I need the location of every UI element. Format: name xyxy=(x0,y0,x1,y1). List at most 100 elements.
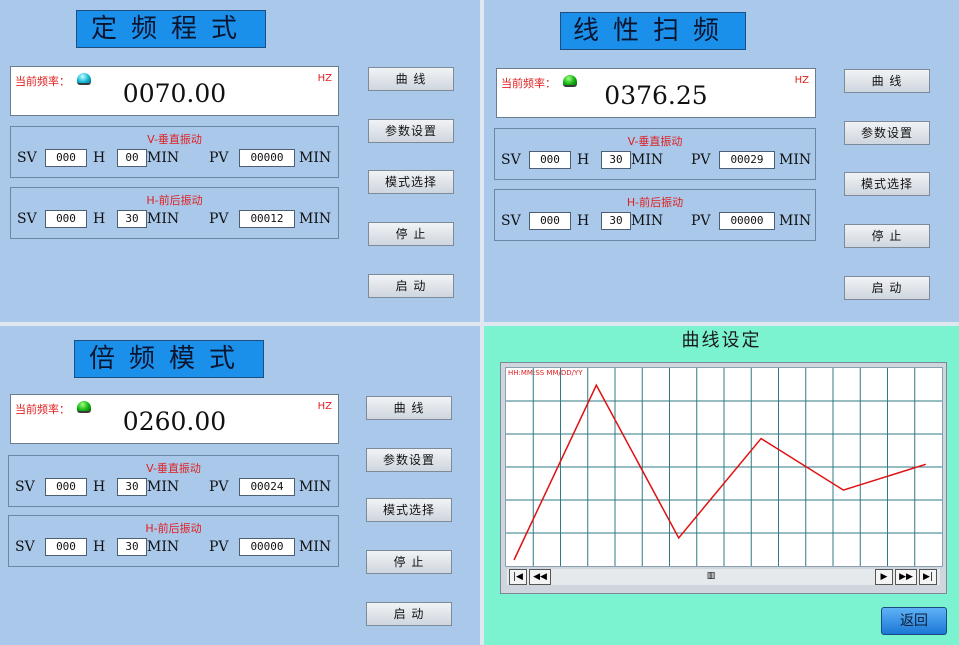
series-line xyxy=(513,383,926,561)
sv-label: SV xyxy=(15,479,35,495)
pv-unit: MIN xyxy=(779,213,812,229)
sv-minutes-field[interactable]: 30 xyxy=(117,210,147,228)
pv-field: 00000 xyxy=(719,212,775,230)
pause-icon[interactable]: ▥ xyxy=(705,569,717,583)
group-title: H-前后振动 xyxy=(145,522,202,535)
stop-button[interactable]: 停 止 xyxy=(844,224,930,248)
pv-unit: MIN xyxy=(299,150,332,166)
h-label: H xyxy=(577,152,590,168)
sv-hours-field[interactable]: 000 xyxy=(45,149,87,167)
min-label: MIN xyxy=(147,211,180,227)
sv-hours-field[interactable]: 000 xyxy=(45,478,87,496)
panel-curve-settings: 曲线设定 HH:MM:SS MM/DD/YY |◀ ◀◀ ▥ ▶ ▶▶ ▶| 返… xyxy=(484,326,959,645)
min-label: MIN xyxy=(147,479,180,495)
sv-label: SV xyxy=(501,152,521,168)
sv-hours-field[interactable]: 000 xyxy=(45,538,87,556)
h-label: H xyxy=(93,150,106,166)
min-label: MIN xyxy=(147,539,180,555)
curve-button[interactable]: 曲 线 xyxy=(366,396,452,420)
horizontal-vibration-group: H-前后振动 SV 000 H 30 MIN PV 00000 MIN xyxy=(8,515,339,567)
sv-minutes-field[interactable]: 30 xyxy=(601,151,631,169)
pv-field: 00000 xyxy=(239,149,295,167)
chart-scrollbar[interactable]: |◀ ◀◀ ▥ ▶ ▶▶ ▶| xyxy=(507,569,940,585)
panel-fixed-frequency: 定频程式 当前频率： HZ 0070.00 V-垂直振动 SV 000 H 00… xyxy=(0,0,480,322)
pv-label: PV xyxy=(209,150,229,166)
start-button[interactable]: 启 动 xyxy=(844,276,930,300)
fast-forward-icon[interactable]: ▶▶ xyxy=(895,569,917,585)
frequency-display: 当前频率： HZ 0260.00 xyxy=(10,394,339,444)
pv-field: 00012 xyxy=(239,210,295,228)
h-label: H xyxy=(93,479,106,495)
frequency-value: 0260.00 xyxy=(122,407,227,436)
sv-label: SV xyxy=(501,213,521,229)
prev-icon[interactable]: ◀◀ xyxy=(529,569,551,585)
sv-minutes-field[interactable]: 30 xyxy=(117,478,147,496)
panel-title: 线性扫频 xyxy=(560,12,746,50)
page-title: 曲线设定 xyxy=(681,330,762,351)
stop-button[interactable]: 停 止 xyxy=(368,222,454,246)
pv-field: 00029 xyxy=(719,151,775,169)
group-title: V-垂直振动 xyxy=(146,462,201,475)
frequency-value: 0376.25 xyxy=(604,81,708,110)
pv-unit: MIN xyxy=(299,479,332,495)
pv-unit: MIN xyxy=(779,152,812,168)
parameter-settings-button[interactable]: 参数设置 xyxy=(366,448,452,472)
min-label: MIN xyxy=(631,213,664,229)
group-title: H-前后振动 xyxy=(146,194,203,207)
stop-button[interactable]: 停 止 xyxy=(366,550,452,574)
next-icon[interactable]: ▶ xyxy=(875,569,893,585)
h-label: H xyxy=(93,539,106,555)
pv-label: PV xyxy=(209,211,229,227)
panel-title: 倍频模式 xyxy=(74,340,264,378)
min-label: MIN xyxy=(147,150,180,166)
chart-area: HH:MM:SS MM/DD/YY xyxy=(505,367,943,567)
sv-label: SV xyxy=(17,150,37,166)
pv-field: 00000 xyxy=(239,538,295,556)
sv-label: SV xyxy=(15,539,35,555)
pv-unit: MIN xyxy=(299,539,332,555)
sv-minutes-field[interactable]: 00 xyxy=(117,149,147,167)
pv-label: PV xyxy=(691,213,711,229)
mode-select-button[interactable]: 模式选择 xyxy=(368,170,454,194)
vertical-vibration-group: V-垂直振动 SV 000 H 00 MIN PV 00000 MIN xyxy=(10,126,339,178)
pv-label: PV xyxy=(691,152,711,168)
frequency-display: 当前频率： HZ 0070.00 xyxy=(10,66,339,116)
sv-label: SV xyxy=(17,211,37,227)
return-button[interactable]: 返回 xyxy=(881,607,947,635)
min-label: MIN xyxy=(631,152,664,168)
group-title: V-垂直振动 xyxy=(147,133,202,146)
frequency-value: 0070.00 xyxy=(122,79,227,108)
sv-hours-field[interactable]: 000 xyxy=(529,151,571,169)
group-title: H-前后振动 xyxy=(626,196,684,209)
start-button[interactable]: 启 动 xyxy=(368,274,454,298)
panel-multiple-frequency: 倍频模式 当前频率： HZ 0260.00 V-垂直振动 SV 000 H 30… xyxy=(0,326,480,645)
horizontal-vibration-group: H-前后振动 SV 000 H 30 MIN PV 00000 MIN xyxy=(494,189,816,241)
pv-unit: MIN xyxy=(299,211,332,227)
horizontal-vibration-group: H-前后振动 SV 000 H 30 MIN PV 00012 MIN xyxy=(10,187,339,239)
curve-button[interactable]: 曲 线 xyxy=(368,67,454,91)
panel-title: 定频程式 xyxy=(76,10,266,48)
chart-frame: HH:MM:SS MM/DD/YY |◀ ◀◀ ▥ ▶ ▶▶ ▶| xyxy=(500,362,947,594)
curve-button[interactable]: 曲 线 xyxy=(844,69,930,93)
h-label: H xyxy=(577,213,590,229)
vertical-vibration-group: V-垂直振动 SV 000 H 30 MIN PV 00029 MIN xyxy=(494,128,816,180)
pv-field: 00024 xyxy=(239,478,295,496)
first-icon[interactable]: |◀ xyxy=(509,569,527,585)
parameter-settings-button[interactable]: 参数设置 xyxy=(844,121,930,145)
mode-select-button[interactable]: 模式选择 xyxy=(366,498,452,522)
vertical-vibration-group: V-垂直振动 SV 000 H 30 MIN PV 00024 MIN xyxy=(8,455,339,507)
parameter-settings-button[interactable]: 参数设置 xyxy=(368,119,454,143)
sv-hours-field[interactable]: 000 xyxy=(529,212,571,230)
h-label: H xyxy=(93,211,106,227)
line-chart xyxy=(506,368,942,566)
start-button[interactable]: 启 动 xyxy=(366,602,452,626)
frequency-display: 当前频率： HZ 0376.25 xyxy=(496,68,816,118)
panel-linear-sweep: 线性扫频 当前频率： HZ 0376.25 V-垂直振动 SV 000 H 30… xyxy=(484,0,959,322)
sv-minutes-field[interactable]: 30 xyxy=(117,538,147,556)
sv-minutes-field[interactable]: 30 xyxy=(601,212,631,230)
group-title: V-垂直振动 xyxy=(627,135,683,148)
mode-select-button[interactable]: 模式选择 xyxy=(844,172,930,196)
last-icon[interactable]: ▶| xyxy=(919,569,937,585)
pv-label: PV xyxy=(209,479,229,495)
sv-hours-field[interactable]: 000 xyxy=(45,210,87,228)
